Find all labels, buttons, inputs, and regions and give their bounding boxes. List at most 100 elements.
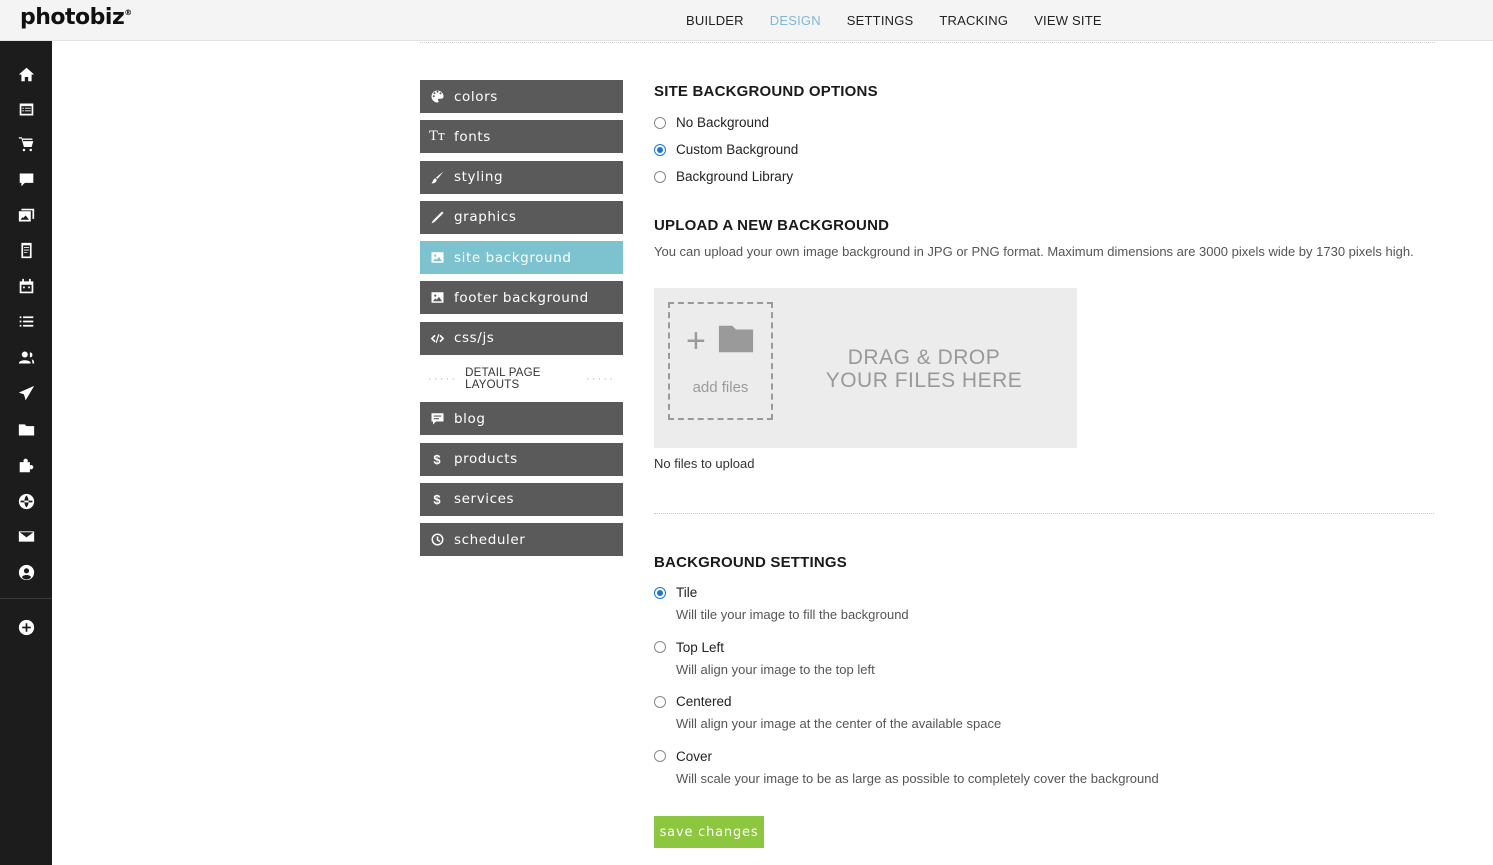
palette-icon — [429, 89, 445, 105]
users-icon[interactable] — [16, 347, 36, 367]
radio-label: Custom Background — [676, 142, 799, 157]
account-icon[interactable] — [16, 562, 36, 582]
mail-icon[interactable] — [16, 526, 36, 546]
image-icon — [429, 290, 445, 306]
radio-no-background[interactable]: No Background — [654, 109, 798, 136]
nav-builder[interactable]: BUILDER — [686, 13, 744, 28]
section-divider — [654, 513, 1434, 514]
radio-label: Centered — [676, 694, 732, 709]
dollar-icon: $ — [433, 451, 441, 467]
radio-label: Tile — [676, 585, 698, 600]
design-menu: colors Tт fonts styling graphics site ba… — [420, 80, 623, 564]
menu-label: services — [454, 491, 515, 508]
radio-tile[interactable]: Tile — [654, 579, 1159, 606]
divider — [420, 42, 1435, 43]
pages-icon[interactable] — [16, 99, 36, 119]
file-dropzone[interactable]: + add files DRAG & DROP YOUR FILES HERE — [654, 288, 1077, 448]
menu-blog[interactable]: blog — [420, 402, 623, 436]
rail-divider — [0, 598, 52, 599]
add-icon[interactable] — [16, 617, 36, 637]
left-rail — [0, 41, 52, 865]
radio-label: Top Left — [676, 639, 725, 655]
puzzle-icon[interactable] — [16, 455, 36, 475]
radio-top-left[interactable]: Top Left — [654, 634, 1159, 661]
top-nav: BUILDER DESIGN SETTINGS TRACKING VIEW SI… — [686, 13, 1102, 28]
radio-label: Cover — [676, 748, 713, 764]
menu-css-js[interactable]: css/js — [420, 321, 623, 355]
setting-description: Will tile your image to fill the backgro… — [676, 607, 909, 622]
background-settings-radio-group: Tile Will tile your image to fill the ba… — [654, 579, 1159, 797]
menu-label: footer background — [454, 289, 589, 306]
folder-icon — [717, 320, 755, 358]
logo[interactable]: photobiz® — [20, 5, 132, 30]
menu-colors[interactable]: colors — [420, 80, 623, 113]
menu-label: graphics — [454, 209, 517, 226]
radio-background-library[interactable]: Background Library — [654, 163, 798, 190]
plus-icon: + — [686, 322, 706, 360]
menu-label: site background — [454, 249, 572, 266]
setting-description: Will align your image at the center of t… — [676, 716, 1002, 731]
radio-centered[interactable]: Centered — [654, 688, 1159, 715]
menu-label: blog — [454, 410, 486, 427]
add-files-label: add files — [692, 379, 749, 396]
radio-label: No Background — [676, 115, 770, 130]
gallery-icon[interactable] — [16, 205, 36, 225]
background-settings-title: BACKGROUND SETTINGS — [654, 554, 847, 571]
menu-site-background[interactable]: site background — [420, 241, 623, 275]
radio-button[interactable] — [654, 586, 666, 599]
menu-label: css/js — [454, 330, 495, 347]
menu-scheduler[interactable]: scheduler — [420, 523, 623, 557]
code-icon — [429, 330, 445, 346]
radio-custom-background[interactable]: Custom Background — [654, 136, 798, 163]
site-background-radio-group: No Background Custom Background Backgrou… — [654, 109, 798, 190]
radio-button[interactable] — [654, 695, 666, 708]
setting-description: Will align your image to the top left — [676, 661, 875, 677]
radio-label: Background Library — [676, 169, 794, 184]
send-icon[interactable] — [16, 383, 36, 403]
comment-icon[interactable] — [16, 169, 36, 189]
setting-cover: Cover Will scale your image to be as lar… — [654, 743, 1159, 798]
menu-footer-background[interactable]: footer background — [420, 281, 623, 315]
cart-icon[interactable] — [16, 134, 36, 154]
menu-fonts[interactable]: Tт fonts — [420, 120, 623, 154]
setting-description: Will scale your image to be as large as … — [676, 770, 1159, 786]
menu-graphics[interactable]: graphics — [420, 200, 623, 234]
upload-title: UPLOAD A NEW BACKGROUND — [654, 217, 890, 234]
upload-status: No files to upload — [654, 456, 755, 471]
setting-centered: Centered Will align your image at the ce… — [654, 688, 1159, 743]
radio-button[interactable] — [654, 170, 666, 183]
list-icon[interactable] — [16, 311, 36, 331]
document-icon[interactable] — [16, 240, 36, 260]
nav-design[interactable]: DESIGN — [770, 13, 821, 28]
menu-styling[interactable]: styling — [420, 160, 623, 194]
globe-icon[interactable] — [16, 491, 36, 511]
folder-icon[interactable] — [16, 419, 36, 439]
radio-button[interactable] — [654, 750, 666, 762]
add-files-button[interactable]: + add files — [668, 302, 773, 420]
image-icon — [429, 250, 445, 266]
nav-view-site[interactable]: VIEW SITE — [1034, 13, 1102, 28]
menu-label: colors — [454, 88, 498, 105]
radio-button[interactable] — [654, 641, 666, 653]
detail-page-layouts-heading: ····· DETAIL PAGE LAYOUTS ····· — [428, 366, 615, 391]
save-changes-button[interactable]: save changes — [654, 816, 764, 848]
calendar-icon[interactable] — [16, 276, 36, 296]
radio-cover[interactable]: Cover — [654, 743, 1159, 770]
nav-settings[interactable]: SETTINGS — [847, 13, 914, 28]
drag-drop-text: DRAG & DROP YOUR FILES HERE — [825, 346, 1023, 392]
brush-icon — [429, 169, 445, 185]
setting-top-left: Top Left Will align your image to the to… — [654, 634, 1159, 689]
home-icon[interactable] — [16, 64, 36, 84]
menu-services[interactable]: $ services — [420, 482, 623, 516]
menu-products[interactable]: $ products — [420, 442, 623, 476]
clock-icon — [429, 532, 445, 548]
font-icon: Tт — [429, 129, 445, 145]
site-background-options-title: SITE BACKGROUND OPTIONS — [654, 83, 878, 100]
nav-tracking[interactable]: TRACKING — [939, 13, 1008, 28]
top-bar: photobiz® BUILDER DESIGN SETTINGS TRACKI… — [0, 0, 1493, 41]
menu-label: scheduler — [454, 531, 526, 548]
radio-button[interactable] — [654, 116, 666, 129]
comment-icon — [429, 411, 445, 427]
menu-label: products — [454, 451, 518, 468]
radio-button[interactable] — [654, 143, 666, 156]
